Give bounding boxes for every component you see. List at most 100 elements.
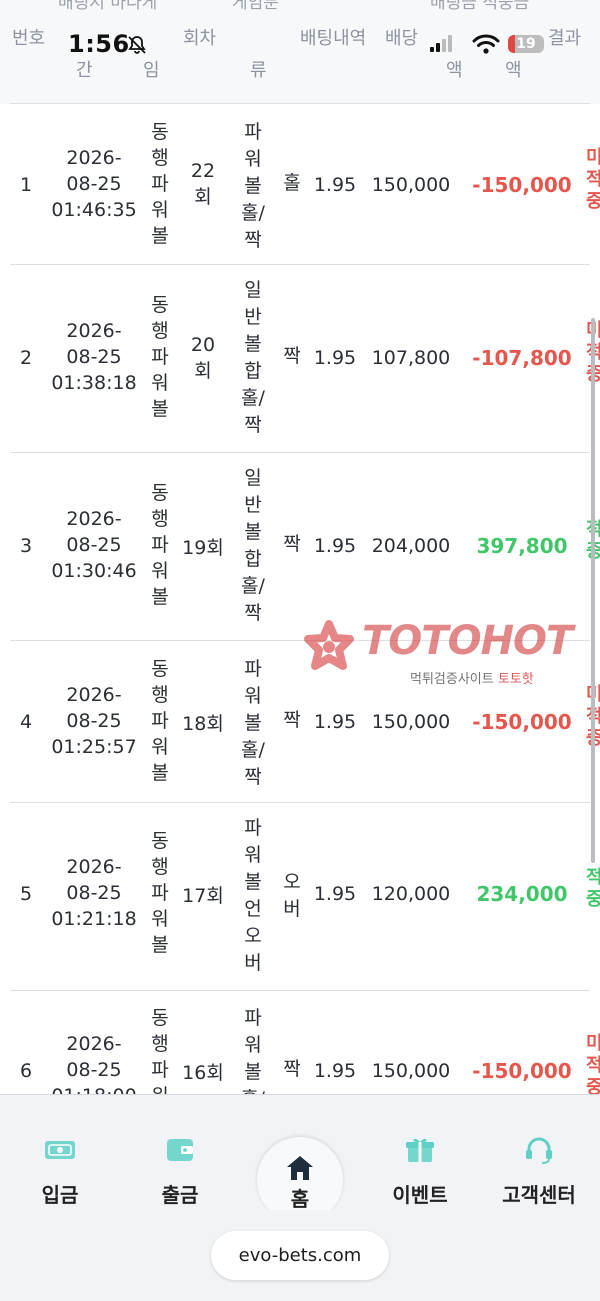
date-line: 2026-	[66, 856, 122, 878]
nav-support-label: 고객센터	[502, 1183, 576, 1207]
cell-round: 20 회	[190, 334, 216, 382]
header-cut-2: 게임분	[232, 0, 279, 13]
nav-home-label: 홈	[290, 1187, 310, 1211]
status-time: 1:56	[68, 30, 130, 58]
cell-bet-amount: 150,000	[371, 1060, 451, 1082]
cell-odds: 1.95	[313, 535, 357, 557]
battery-icon: 19	[508, 35, 544, 53]
cell-pick: 짝	[283, 709, 301, 731]
cell-round: 19회	[182, 537, 224, 559]
nav-withdraw[interactable]: 출금	[125, 1135, 235, 1208]
cell-type: 일 반 볼 합 홀/짝	[241, 467, 265, 624]
date-line: 2026-	[66, 508, 122, 530]
vertical-scrollbar[interactable]	[591, 318, 595, 863]
cell-round: 17회	[182, 885, 224, 907]
cell-odds: 1.95	[313, 347, 357, 369]
watermark-brand: TOTOHOT	[362, 618, 573, 664]
date-line: 08-25	[66, 173, 122, 195]
battery-level: 19	[516, 36, 536, 52]
date-line: 08-25	[66, 882, 122, 904]
table-row[interactable]: 3 2026- 08-25 01:30:46 동행파워볼 19회 일 반 볼 합 홀/짝…	[0, 453, 600, 641]
header-win: 액	[505, 60, 522, 81]
totohot-logo-icon	[304, 620, 354, 670]
wallet-icon	[167, 1139, 193, 1161]
cell-game: 동행파워볼	[151, 658, 169, 784]
cell-bet-amount: 150,000	[371, 174, 451, 196]
table-row[interactable]: 1 2026- 08-25 01:46:35 동행파워볼 22 회 파 워 볼 홀/짝 …	[0, 104, 600, 265]
gift-icon	[406, 1138, 434, 1162]
cell-win-amount: 234,000	[476, 882, 568, 906]
nav-event-label: 이벤트	[392, 1183, 448, 1207]
cell-pick: 짝	[283, 345, 301, 367]
cell-win-amount: 397,800	[476, 534, 568, 558]
wifi-icon	[472, 34, 500, 54]
nav-event[interactable]: 이벤트	[365, 1135, 475, 1208]
table-row[interactable]: 5 2026- 08-25 01:21:18 동행파워볼 17회 파워볼언오버 …	[0, 803, 600, 991]
cell-odds: 1.95	[313, 1060, 357, 1082]
nav-withdraw-label: 출금	[161, 1183, 199, 1207]
deposit-icon	[45, 1141, 75, 1159]
cell-game: 동행파워볼	[151, 830, 169, 956]
cell-no: 4	[19, 711, 33, 733]
date-line: 2026-	[66, 320, 122, 342]
nav-support[interactable]: 고객센터	[484, 1135, 594, 1208]
cell-round: 22 회	[190, 160, 216, 208]
cell-round: 16회	[182, 1062, 224, 1084]
cell-datetime: 2026- 08-25 01:30:46	[40, 506, 148, 584]
cell-bet-amount: 120,000	[371, 883, 451, 905]
cell-bet-amount: 150,000	[371, 711, 451, 733]
cell-no: 3	[19, 535, 33, 557]
cell-win-amount: -150,000	[472, 173, 572, 197]
cell-type: 일 반 볼 합 홀/짝	[241, 279, 265, 436]
time-line: 01:30:46	[51, 560, 137, 582]
cell-no: 2	[19, 347, 33, 369]
cell-pick: 오버	[283, 871, 301, 920]
header-no: 번호	[12, 28, 46, 49]
time-line: 01:46:35	[51, 199, 137, 221]
date-line: 2026-	[66, 684, 122, 706]
cell-result: 미적중	[586, 1033, 600, 1098]
browser-bottom-bar: evo-bets.com	[0, 1210, 600, 1301]
cell-bet-amount: 204,000	[371, 535, 451, 557]
cell-game: 동행파워볼	[151, 121, 169, 247]
cell-bet-amount: 107,800	[371, 347, 451, 369]
cell-odds: 1.95	[313, 711, 357, 733]
cell-type: 파워볼홀/짝	[241, 121, 265, 251]
watermark: TOTOHOT 먹튀검증사이트 토토핫	[300, 618, 600, 688]
header-round: 회차	[183, 28, 217, 49]
status-indicators: 19	[430, 33, 580, 55]
header-odds: 배당	[385, 28, 419, 49]
cell-result: 미적중	[586, 147, 600, 212]
cell-odds: 1.95	[313, 174, 357, 196]
cell-type: 파워볼언오버	[244, 817, 262, 974]
date-line: 08-25	[66, 346, 122, 368]
cell-win-amount: -107,800	[472, 346, 572, 370]
cell-game: 동행파워볼	[151, 294, 169, 420]
date-line: 2026-	[66, 1033, 122, 1055]
watermark-tagline: 먹튀검증사이트 토토핫	[410, 672, 534, 687]
time-line: 01:38:18	[51, 372, 137, 394]
cell-round: 18회	[182, 713, 224, 735]
table-row[interactable]: 2 2026- 08-25 01:38:18 동행파워볼 20 회 일 반 볼 합 홀/짝…	[0, 265, 600, 453]
nav-deposit[interactable]: 입금	[5, 1135, 115, 1208]
time-line: 01:21:18	[51, 908, 137, 930]
cell-pick: 홀	[283, 172, 301, 194]
cell-datetime: 2026- 08-25 01:38:18	[40, 318, 148, 396]
cell-result: 적중	[586, 867, 600, 910]
home-icon	[287, 1156, 313, 1180]
date-line: 08-25	[66, 710, 122, 732]
cell-no: 6	[19, 1060, 33, 1082]
cell-datetime: 2026- 08-25 01:46:35	[40, 145, 148, 223]
cell-datetime: 2026- 08-25 01:21:18	[40, 854, 148, 932]
header-time: 간	[76, 60, 93, 81]
table-header: 배팅시 마다게 게임분 배팅금 적중금 번호 간 임 회차 류 배팅내역 배당 …	[0, 0, 600, 104]
date-line: 2026-	[66, 147, 122, 169]
cell-game: 동행파워볼	[151, 482, 169, 608]
cell-no: 5	[19, 883, 33, 905]
header-type: 류	[250, 60, 267, 81]
header-game: 임	[143, 60, 160, 81]
cell-no: 1	[19, 174, 33, 196]
url-bar[interactable]: evo-bets.com	[211, 1231, 389, 1280]
header-cut-3: 배팅금 적중금	[430, 0, 530, 13]
cell-win-amount: -150,000	[472, 710, 572, 734]
